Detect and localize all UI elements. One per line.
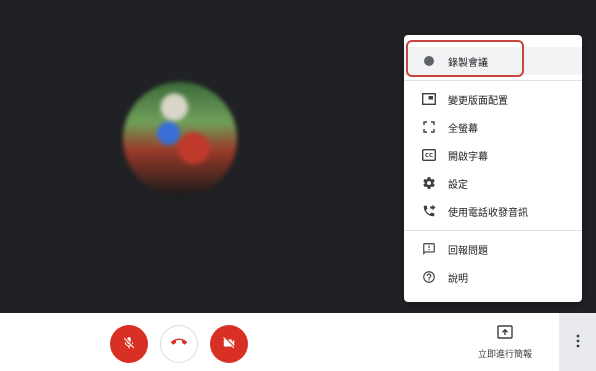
phone-forward-icon xyxy=(421,203,437,219)
present-icon xyxy=(497,324,513,343)
menu-item-phone-audio[interactable]: 使用電話收發音訊 xyxy=(404,197,582,225)
svg-text:CC: CC xyxy=(425,153,433,159)
present-now-button[interactable]: 立即進行簡報 xyxy=(474,322,536,364)
record-dot-icon xyxy=(421,53,437,69)
hangup-button[interactable] xyxy=(160,325,198,363)
hangup-icon xyxy=(171,334,187,354)
more-options-menu: 錄製會議 變更版面配置 全螢幕 CC 開啟字幕 設定 使用電話收發音訊 回報問題… xyxy=(404,35,582,302)
mic-off-icon xyxy=(122,335,136,354)
more-options-button[interactable] xyxy=(559,313,596,371)
gear-icon xyxy=(421,175,437,191)
menu-item-change-layout[interactable]: 變更版面配置 xyxy=(404,85,582,113)
camera-toggle-button[interactable] xyxy=(210,325,248,363)
fullscreen-icon xyxy=(421,119,437,135)
menu-item-label: 回報問題 xyxy=(448,245,488,257)
more-vertical-icon xyxy=(576,333,580,352)
menu-item-record-meeting[interactable]: 錄製會議 xyxy=(404,47,582,75)
menu-item-captions[interactable]: CC 開啟字幕 xyxy=(404,141,582,169)
menu-item-label: 錄製會議 xyxy=(448,57,488,69)
menu-item-help[interactable]: 說明 xyxy=(404,263,582,291)
menu-item-label: 說明 xyxy=(448,273,468,285)
menu-item-label: 使用電話收發音訊 xyxy=(448,207,528,219)
menu-item-label: 變更版面配置 xyxy=(448,95,508,107)
present-now-label: 立即進行簡報 xyxy=(477,350,532,360)
participant-avatar xyxy=(123,82,237,196)
menu-item-settings[interactable]: 設定 xyxy=(404,169,582,197)
captions-icon: CC xyxy=(421,147,437,163)
menu-item-label: 開啟字幕 xyxy=(448,151,488,163)
mic-toggle-button[interactable] xyxy=(110,325,148,363)
menu-divider xyxy=(404,80,582,81)
menu-item-report-problem[interactable]: 回報問題 xyxy=(404,235,582,263)
menu-item-label: 全螢幕 xyxy=(448,123,478,135)
report-problem-icon xyxy=(421,241,437,257)
help-icon xyxy=(421,269,437,285)
layout-icon xyxy=(421,91,437,107)
menu-divider xyxy=(404,230,582,231)
menu-item-fullscreen[interactable]: 全螢幕 xyxy=(404,113,582,141)
menu-item-label: 設定 xyxy=(448,179,468,191)
camera-off-icon xyxy=(222,335,236,354)
